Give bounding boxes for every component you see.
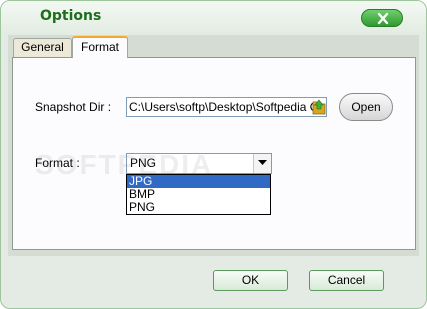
chevron-down-icon — [258, 160, 267, 165]
cancel-button[interactable]: Cancel — [309, 270, 384, 291]
format-dropdown-list: JPG BMP PNG — [126, 174, 271, 215]
tab-general[interactable]: General — [13, 38, 72, 57]
format-selected-value: PNG — [130, 156, 157, 170]
format-option-png[interactable]: PNG — [127, 201, 270, 214]
snapshot-dir-field[interactable]: C:\Users\softp\Desktop\Softpedia Ou — [126, 97, 327, 117]
close-icon — [377, 12, 389, 25]
folder-icon[interactable] — [312, 99, 326, 115]
format-dropdown-button[interactable] — [253, 154, 271, 173]
format-label: Format : — [35, 156, 80, 170]
options-dialog: Options General Format Snapshot Dir : C:… — [0, 0, 427, 309]
snapshot-dir-label: Snapshot Dir : — [35, 100, 112, 114]
dialog-title: Options — [40, 8, 102, 24]
open-button[interactable]: Open — [339, 93, 393, 121]
ok-button[interactable]: OK — [213, 270, 288, 291]
format-select[interactable]: PNG — [126, 153, 272, 174]
title-bar[interactable]: Options — [1, 1, 426, 35]
close-button[interactable] — [361, 9, 403, 27]
snapshot-dir-value: C:\Users\softp\Desktop\Softpedia Ou — [129, 100, 326, 114]
tab-format[interactable]: Format — [72, 36, 128, 58]
